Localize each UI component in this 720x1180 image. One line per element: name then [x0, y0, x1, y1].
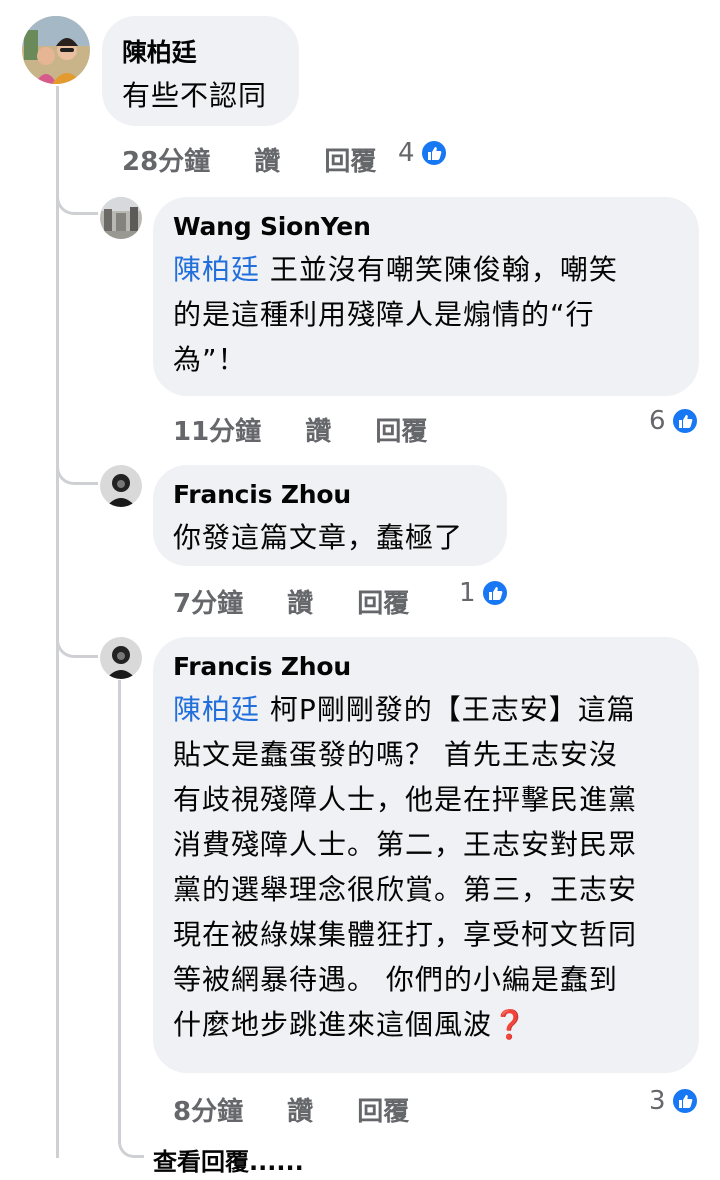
mention-link[interactable]: 陳柏廷	[173, 253, 260, 286]
like-button[interactable]: 讚	[254, 141, 280, 178]
comment-meta: 7分鐘 讚 回覆	[173, 583, 409, 620]
comment-author[interactable]: 陳柏廷	[122, 33, 197, 69]
like-reaction-icon	[670, 1087, 699, 1115]
text-line: 柯P剛剛發的【王志安】這篇	[260, 693, 636, 726]
text-line: 的是這種利用殘障人是煽情的“行	[173, 298, 595, 331]
reaction-count[interactable]: 3	[649, 1086, 699, 1116]
thread-branch-2	[56, 455, 98, 485]
text-line: 有歧視殘障人士，他是在抨擊民進黨	[173, 783, 638, 816]
thread-branch-1	[56, 185, 98, 215]
comment-time[interactable]: 28分鐘	[122, 141, 210, 178]
mention-link[interactable]: 陳柏廷	[173, 693, 260, 726]
reaction-count[interactable]: 4	[398, 138, 448, 168]
text-line: 什麼地步跳進來這個風波	[173, 1008, 493, 1041]
comment-meta: 11分鐘 讚 回覆	[173, 411, 427, 448]
text-line: 現在被綠媒集體狂打，享受柯文哲同	[173, 918, 638, 951]
avatar[interactable]	[22, 16, 90, 84]
reply-button[interactable]: 回覆	[357, 1091, 409, 1128]
text-line: 貼文是蠢蛋發的嗎？ 首先王志安沒	[173, 738, 618, 771]
reaction-count[interactable]: 6	[649, 406, 699, 436]
like-button[interactable]: 讚	[287, 1091, 313, 1128]
thread-line-main	[56, 86, 59, 1158]
comment-time[interactable]: 11分鐘	[173, 411, 261, 448]
like-reaction-icon	[670, 407, 699, 435]
comment-time[interactable]: 8分鐘	[173, 1091, 243, 1128]
text-line: 消費殘障人士。第二，王志安對民眾	[173, 828, 638, 861]
avatar[interactable]	[100, 465, 142, 507]
text-line: 王並沒有嘲笑陳俊翰，嘲笑	[260, 253, 618, 286]
avatar[interactable]	[100, 637, 142, 679]
comment-author[interactable]: Francis Zhou	[173, 652, 351, 681]
text-line: 為”！	[173, 343, 247, 376]
like-button[interactable]: 讚	[287, 583, 313, 620]
comment-text: 陳柏廷 柯P剛剛發的【王志安】這篇 貼文是蠢蛋發的嗎？ 首先王志安沒 有歧視殘障…	[173, 687, 688, 1047]
comment-author[interactable]: Wang SionYen	[173, 212, 371, 241]
comment-time[interactable]: 7分鐘	[173, 583, 243, 620]
comment-text: 陳柏廷 王並沒有嘲笑陳俊翰，嘲笑 的是這種利用殘障人是煽情的“行 為”！	[173, 247, 683, 382]
view-replies-link[interactable]: 查看回覆......	[153, 1142, 304, 1177]
comment-text: 你發這篇文章，蠢極了	[173, 521, 464, 554]
avatar[interactable]	[100, 197, 142, 239]
reaction-count-number: 3	[649, 1086, 666, 1116]
like-reaction-icon	[419, 139, 448, 167]
reaction-count-number: 4	[398, 138, 415, 168]
thread-branch-3	[56, 628, 98, 658]
text-line: 黨的選舉理念很欣賞。第三，王志安	[173, 873, 638, 906]
text-line: 等被網暴待遇。 你們的小編是蠢到	[173, 963, 618, 996]
question-mark-icon: ❓	[492, 1008, 528, 1041]
like-reaction-icon	[480, 579, 509, 607]
comment-text: 有些不認同	[122, 79, 268, 112]
reaction-count[interactable]: 1	[459, 578, 509, 608]
comment-meta: 28分鐘 讚 回覆	[122, 141, 376, 178]
reply-button[interactable]: 回覆	[375, 411, 427, 448]
reaction-count-number: 1	[459, 578, 476, 608]
thread-branch-view-replies	[118, 1130, 144, 1158]
thread-line-sub	[118, 680, 121, 1132]
comment-author[interactable]: Francis Zhou	[173, 480, 351, 509]
comment-meta: 8分鐘 讚 回覆	[173, 1091, 409, 1128]
like-button[interactable]: 讚	[305, 411, 331, 448]
reply-button[interactable]: 回覆	[357, 583, 409, 620]
reply-button[interactable]: 回覆	[324, 141, 376, 178]
reaction-count-number: 6	[649, 406, 666, 436]
